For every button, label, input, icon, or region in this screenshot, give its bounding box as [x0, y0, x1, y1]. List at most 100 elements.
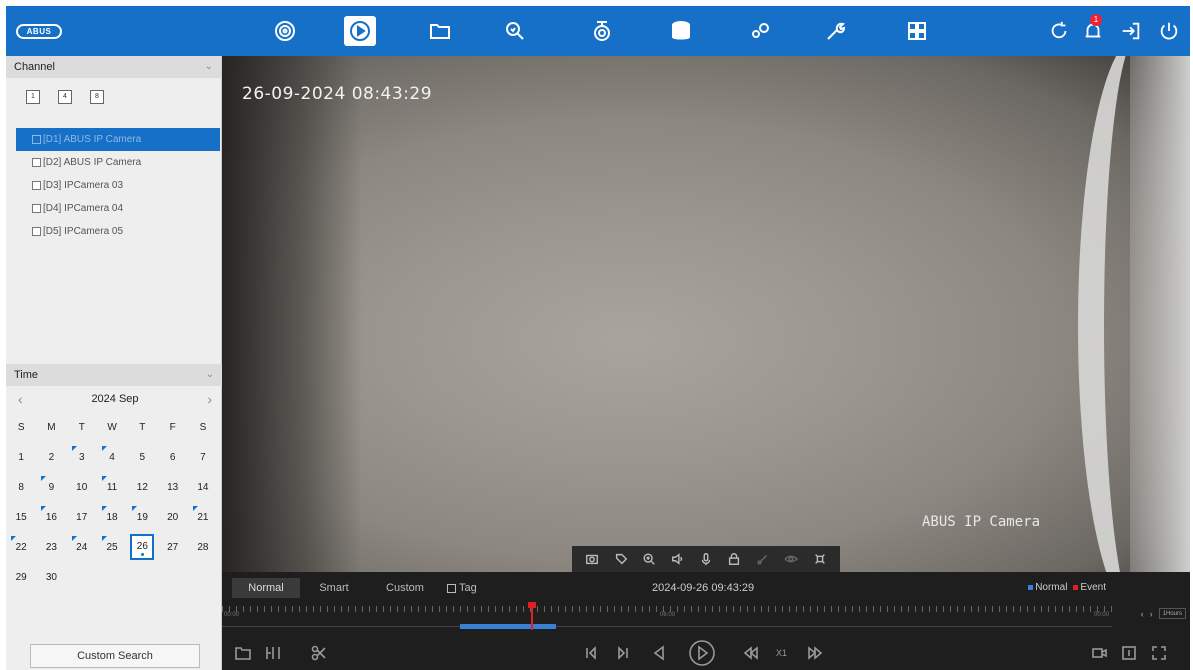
calendar-day[interactable]: 27	[157, 532, 187, 562]
layout-8-button[interactable]: 8	[90, 90, 104, 104]
fullscreen-icon[interactable]	[1148, 642, 1170, 664]
search-icon[interactable]	[499, 16, 531, 46]
configuration-gears-icon[interactable]	[744, 16, 776, 46]
layout-grid-icon[interactable]	[901, 16, 933, 46]
alarm-notification-icon[interactable]: 1	[1080, 14, 1106, 44]
calendar-day[interactable]: 18	[97, 502, 127, 532]
channel-item[interactable]: [D1] ABUS IP Camera	[16, 128, 220, 151]
mode-tab-smart[interactable]: Smart	[306, 578, 362, 598]
next-frame-icon[interactable]	[612, 642, 634, 664]
calendar-day-label: 21	[197, 511, 209, 523]
camera-icon[interactable]	[586, 16, 618, 46]
timeline-scale-select[interactable]: 1Hours	[1158, 608, 1186, 619]
fisheye-dewarp-icon[interactable]	[812, 551, 828, 567]
wrench-icon[interactable]	[820, 16, 852, 46]
layout-4-button[interactable]: 4	[58, 90, 72, 104]
time-section-header[interactable]: Time ⌄	[6, 364, 222, 386]
timeline[interactable]: 00:00 06:00 00:00	[222, 602, 1112, 630]
calendar-day[interactable]: 2	[36, 442, 66, 472]
refresh-icon[interactable]	[1046, 18, 1072, 44]
timeline-prev-icon[interactable]: ‹	[1141, 609, 1144, 619]
weekday-header: S	[199, 421, 207, 433]
calendar-day[interactable]: 5	[127, 442, 157, 472]
channel-item[interactable]: [D2] ABUS IP Camera	[6, 151, 221, 174]
calendar-day[interactable]: 24	[67, 532, 97, 562]
mode-tab-normal[interactable]: Normal	[232, 578, 300, 598]
channel-item[interactable]: [D3] IPCamera 03	[6, 174, 221, 197]
calendar-day[interactable]: 4	[97, 442, 127, 472]
calendar-day[interactable]: 25	[97, 532, 127, 562]
video-view[interactable]: 26-09-2024 08:43:29 ABUS IP Camera	[222, 56, 1190, 572]
microphone-icon[interactable]	[698, 551, 714, 567]
channel-checkbox[interactable]	[32, 135, 41, 144]
digital-zoom-icon[interactable]	[641, 551, 657, 567]
playback-icon[interactable]	[344, 16, 376, 46]
chevron-down-icon[interactable]: ⌄	[205, 56, 213, 78]
calendar-day[interactable]: 23	[36, 532, 66, 562]
calendar-day[interactable]: 14	[188, 472, 218, 502]
prev-month-icon[interactable]: ‹	[18, 391, 23, 407]
calendar-day[interactable]: 15	[6, 502, 36, 532]
calendar-day[interactable]: 30	[36, 562, 66, 592]
calendar-day[interactable]: 22	[6, 532, 36, 562]
channel-checkbox[interactable]	[32, 204, 41, 213]
calendar-day[interactable]: 19	[127, 502, 157, 532]
custom-search-button[interactable]: Custom Search	[30, 644, 200, 668]
speed-up-icon[interactable]	[804, 642, 826, 664]
calendar-day[interactable]: 1	[6, 442, 36, 472]
window-icon[interactable]	[1118, 642, 1140, 664]
calendar-day[interactable]: 3	[67, 442, 97, 472]
folder-icon[interactable]	[424, 16, 456, 46]
split-icon[interactable]	[262, 642, 284, 664]
calendar-day[interactable]: 20	[157, 502, 187, 532]
calendar-day[interactable]: 6	[157, 442, 187, 472]
logout-icon[interactable]	[1118, 18, 1144, 44]
calendar-day[interactable]: 29	[6, 562, 36, 592]
snapshot-icon[interactable]	[584, 551, 600, 567]
calendar-day[interactable]: 17	[67, 502, 97, 532]
slow-down-icon[interactable]	[740, 642, 762, 664]
channel-checkbox[interactable]	[32, 158, 41, 167]
calendar-day[interactable]: 8	[6, 472, 36, 502]
lock-icon[interactable]	[726, 551, 742, 567]
scissors-icon[interactable]	[308, 642, 330, 664]
calendar-day[interactable]: 13	[157, 472, 187, 502]
previous-frame-icon[interactable]	[580, 642, 602, 664]
calendar-day[interactable]: 10	[67, 472, 97, 502]
channel-checkbox[interactable]	[32, 181, 41, 190]
channel-item[interactable]: [D4] IPCamera 04	[6, 197, 221, 220]
video-clip-icon[interactable]	[1088, 642, 1110, 664]
storage-icon[interactable]	[665, 16, 697, 46]
reverse-play-icon[interactable]	[648, 642, 670, 664]
recording-segment[interactable]	[460, 624, 556, 629]
calendar-day[interactable]: 28	[188, 532, 218, 562]
timeline-cursor[interactable]	[528, 602, 536, 630]
clip-icon[interactable]	[755, 551, 771, 567]
calendar-day[interactable]: 26	[127, 532, 157, 562]
calendar-day[interactable]: 21	[188, 502, 218, 532]
chevron-down-icon[interactable]: ⌄	[206, 364, 214, 386]
timeline-next-icon[interactable]: ›	[1150, 609, 1153, 619]
channel-item[interactable]: [D5] IPCamera 05	[6, 220, 221, 243]
mode-tab-custom[interactable]: Custom	[374, 578, 436, 598]
calendar-day[interactable]: 16	[36, 502, 66, 532]
calendar-day[interactable]: 9	[36, 472, 66, 502]
hide-icon[interactable]	[783, 551, 799, 567]
weekday-header: W	[107, 421, 117, 433]
calendar-day-label: 18	[106, 511, 118, 523]
tag-icon[interactable]	[613, 551, 629, 567]
folder-icon[interactable]	[232, 642, 254, 664]
tag-checkbox-box[interactable]	[447, 583, 456, 593]
next-month-icon[interactable]: ›	[207, 391, 212, 407]
tag-checkbox[interactable]: Tag	[447, 578, 477, 598]
audio-icon[interactable]	[670, 551, 686, 567]
live-view-icon[interactable]	[269, 16, 301, 46]
layout-1-button[interactable]: 1	[26, 90, 40, 104]
play-icon[interactable]	[687, 638, 717, 668]
channel-checkbox[interactable]	[32, 227, 41, 236]
power-icon[interactable]	[1156, 18, 1182, 44]
calendar-day[interactable]: 7	[188, 442, 218, 472]
calendar-day[interactable]: 11	[97, 472, 127, 502]
calendar-day[interactable]: 12	[127, 472, 157, 502]
channel-section-header[interactable]: Channel ⌄	[6, 56, 221, 78]
